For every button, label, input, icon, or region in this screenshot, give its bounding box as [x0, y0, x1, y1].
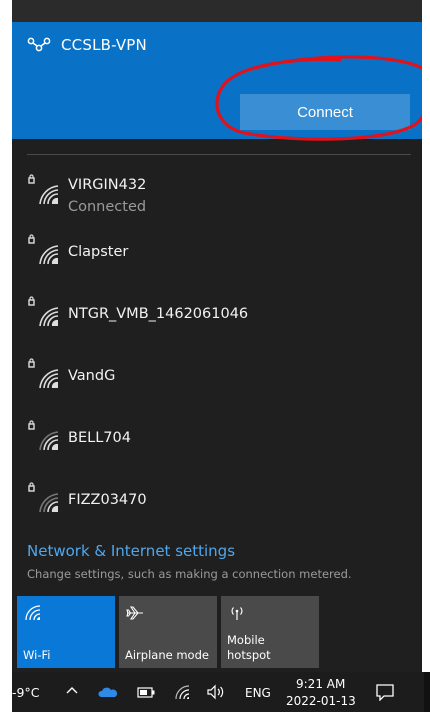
airplane-mode-quick-action[interactable]: Airplane mode — [119, 596, 217, 668]
secured-wifi-icon — [28, 296, 59, 327]
network-item-virgin432[interactable]: VIRGIN432 Connected — [12, 168, 422, 224]
taskbar: -9°C ENG 9:21 AM 2022-01-13 — [0, 672, 430, 712]
hotspot-icon — [231, 607, 243, 620]
mobile-hotspot-quick-action[interactable]: Mobile hotspot — [221, 596, 319, 668]
vpn-row: CCSLB-VPN — [27, 36, 147, 54]
network-settings-link[interactable]: Network & Internet settings — [27, 542, 235, 560]
secured-wifi-icon — [28, 420, 59, 451]
network-name: BELL704 — [68, 430, 131, 446]
secured-wifi-icon — [28, 174, 59, 205]
taskbar-left-edge — [0, 672, 12, 712]
airplane-icon — [126, 606, 143, 620]
notification-icon[interactable] — [375, 683, 395, 701]
taskbar-right-edge — [424, 672, 430, 712]
language-indicator[interactable]: ENG — [245, 686, 271, 700]
secured-wifi-icon — [28, 482, 59, 513]
network-name: Clapster — [68, 244, 129, 260]
battery-icon[interactable] — [137, 687, 155, 698]
secured-wifi-icon — [28, 358, 59, 389]
volume-icon[interactable] — [206, 684, 226, 700]
network-name: FIZZ03470 — [68, 492, 147, 508]
network-status: Connected — [68, 199, 147, 215]
flyout-top-strip — [12, 0, 422, 22]
divider — [27, 154, 411, 155]
network-item-vandg[interactable]: VandG — [12, 354, 422, 410]
wifi-quick-action[interactable]: Wi-Fi — [17, 596, 115, 668]
network-name: VIRGIN432 — [68, 177, 147, 193]
wifi-icon — [25, 605, 41, 621]
annotation-circle — [215, 55, 422, 141]
clock-time[interactable]: 9:21 AM — [296, 677, 345, 691]
onedrive-icon[interactable] — [98, 687, 118, 698]
mobile-hotspot-label-line1: Mobile — [227, 633, 265, 647]
chevron-up-icon[interactable] — [66, 685, 78, 697]
clock-date[interactable]: 2022-01-13 — [286, 694, 356, 708]
wifi-label: Wi-Fi — [23, 648, 51, 662]
wifi-icon[interactable] — [174, 684, 192, 700]
vpn-name: CCSLB-VPN — [61, 36, 147, 54]
network-item-bell704[interactable]: BELL704 — [12, 416, 422, 472]
airplane-mode-label: Airplane mode — [125, 648, 209, 662]
network-settings-description: Change settings, such as making a connec… — [27, 567, 352, 581]
mobile-hotspot-label-line2: hotspot — [227, 648, 271, 662]
network-item-clapster[interactable]: Clapster — [12, 230, 422, 286]
weather-temperature[interactable]: -9°C — [12, 685, 39, 700]
network-item-fizz03470[interactable]: FIZZ03470 — [12, 478, 422, 534]
vpn-icon — [27, 36, 51, 54]
mobile-hotspot-label: Mobile hotspot — [227, 633, 271, 663]
network-name: NTGR_VMB_1462061046 — [68, 306, 249, 322]
network-flyout: CCSLB-VPN Connect VIRGIN432 Connected Cl… — [12, 0, 422, 672]
network-name: VandG — [68, 368, 116, 384]
secured-wifi-icon — [28, 234, 59, 265]
network-item-ntgr[interactable]: NTGR_VMB_1462061046 — [12, 292, 422, 348]
